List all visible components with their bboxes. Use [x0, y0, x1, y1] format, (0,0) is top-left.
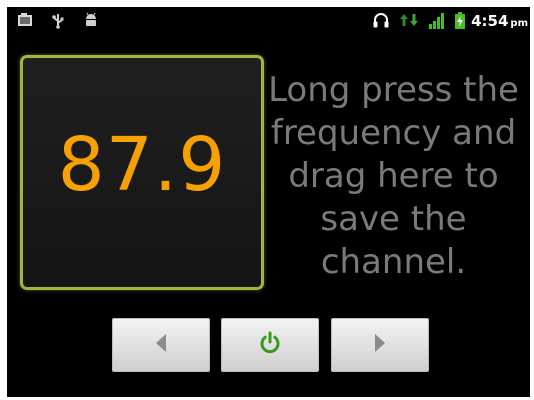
android-debug-icon	[83, 12, 99, 32]
headset-icon	[372, 12, 390, 33]
data-transfer-icon	[399, 12, 419, 32]
status-bar: 4:54 pm	[7, 7, 530, 35]
next-icon	[372, 332, 388, 358]
status-time: 4:54 pm	[471, 12, 528, 30]
fm-radio-screen: 4:54 pm 87.9 Long press the frequency and…	[7, 7, 530, 397]
power-button[interactable]	[221, 318, 319, 372]
prev-button[interactable]	[112, 318, 210, 372]
battery-charging-icon	[454, 12, 466, 34]
next-button[interactable]	[331, 318, 429, 372]
time-ampm: pm	[510, 18, 528, 29]
frequency-panel[interactable]: 87.9	[20, 55, 264, 290]
save-channel-hint: Long press the frequency and drag here t…	[268, 70, 519, 282]
gallery-icon	[17, 12, 33, 32]
signal-icon	[427, 12, 447, 34]
power-icon	[257, 330, 283, 360]
usb-icon	[51, 12, 65, 33]
frequency-value[interactable]: 87.9	[23, 120, 261, 210]
time-value: 4:54	[471, 12, 509, 30]
prev-icon	[153, 332, 169, 358]
